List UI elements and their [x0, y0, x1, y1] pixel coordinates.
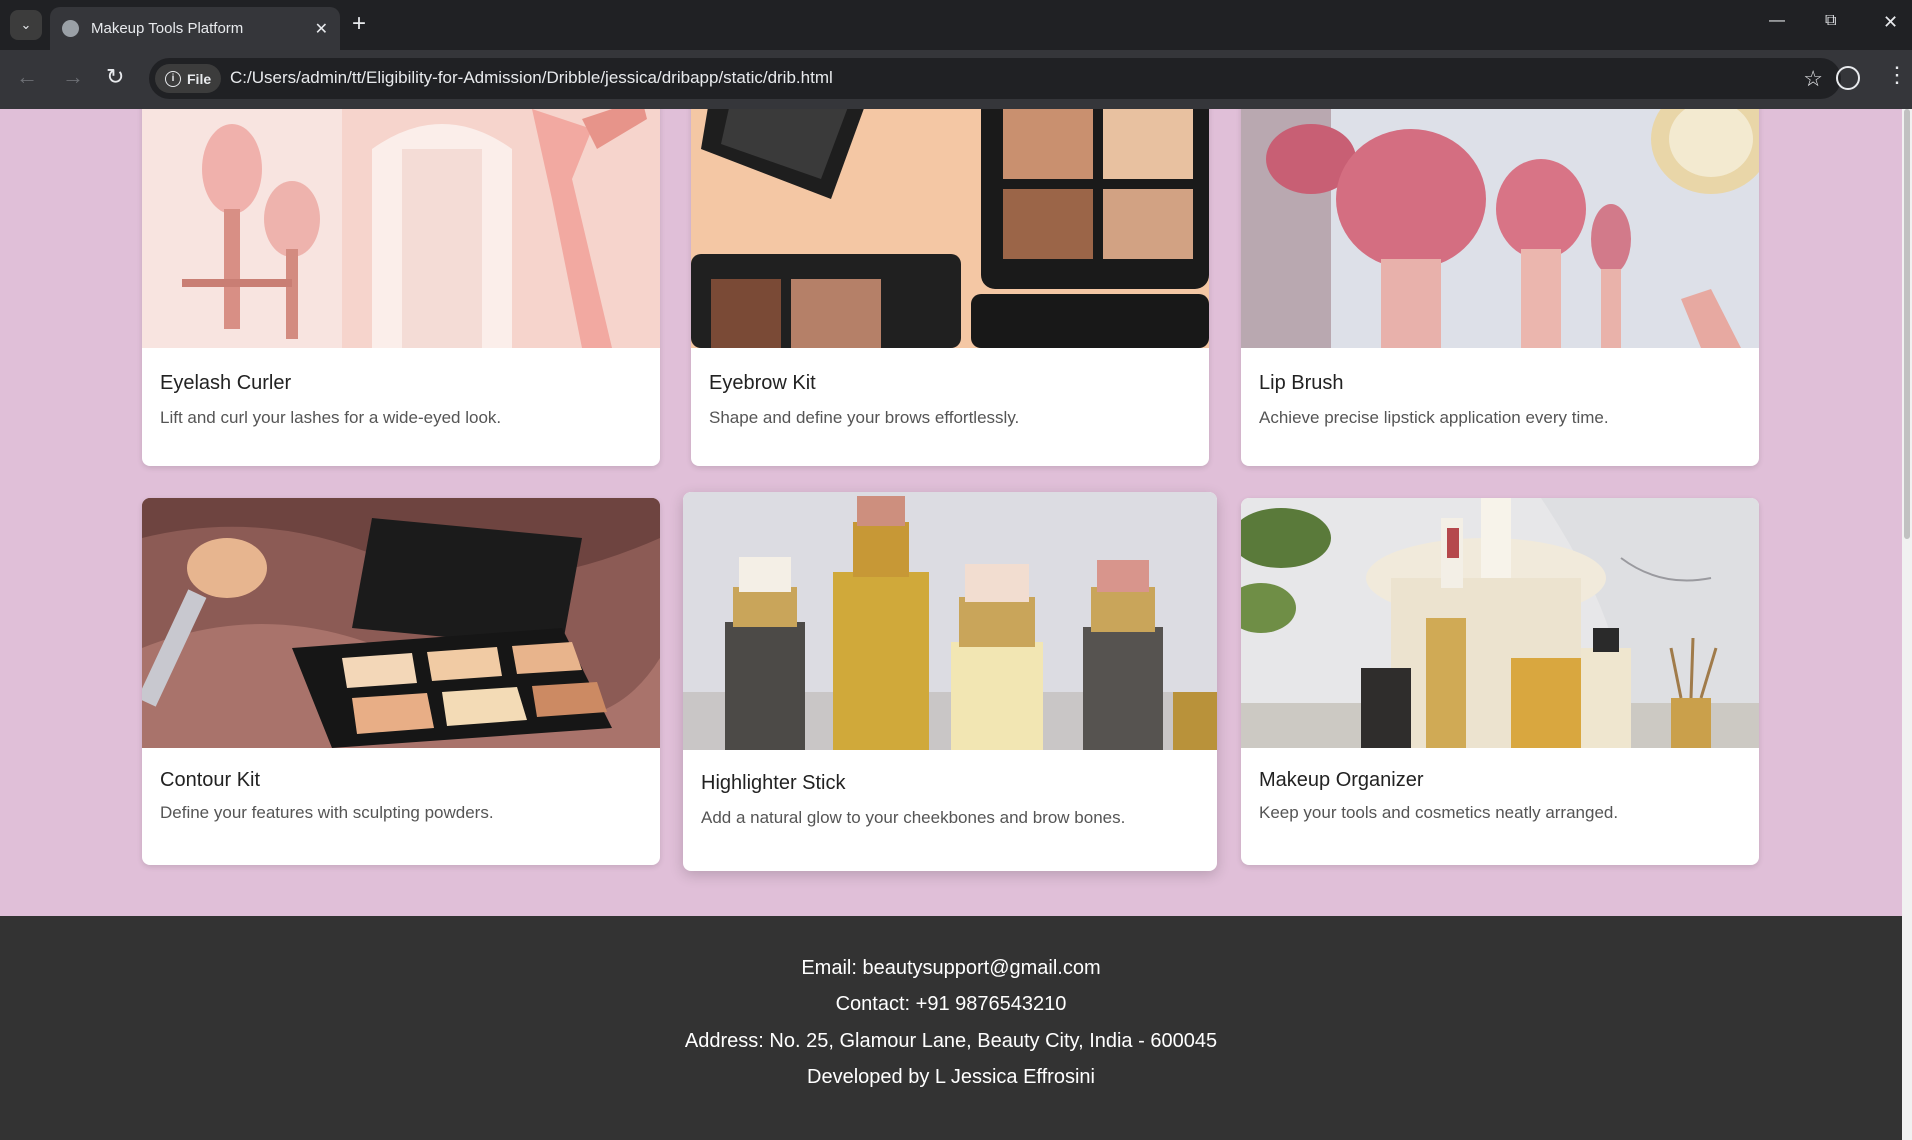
restore-icon[interactable]: ⧉ [1825, 12, 1836, 30]
browser-tab[interactable]: Makeup Tools Platform ✕ [50, 7, 340, 50]
product-card[interactable]: Lip Brush Achieve precise lipstick appli… [1241, 109, 1759, 466]
card-description: Shape and define your brows effortlessly… [709, 408, 1020, 427]
lip-brush-image [1241, 109, 1759, 348]
tab-title: Makeup Tools Platform [91, 20, 244, 37]
card-description: Lift and curl your lashes for a wide-eye… [160, 408, 502, 427]
browser-toolbar: ← → ↻ i File C:/Users/admin/tt/Eligibili… [0, 50, 1912, 109]
url-text[interactable]: C:/Users/admin/tt/Eligibility-for-Admiss… [230, 68, 833, 88]
card-title: Highlighter Stick [701, 772, 846, 794]
site-info-chip[interactable]: i File [155, 64, 222, 93]
footer-developer: Developed by L Jessica Effrosini [807, 1066, 1095, 1088]
card-title: Contour Kit [160, 769, 261, 791]
footer: Email: beautysupport@gmail.com Contact: … [0, 916, 1902, 1140]
product-card[interactable]: Makeup Organizer Keep your tools and cos… [1241, 498, 1759, 865]
card-title: Eyelash Curler [160, 372, 292, 394]
page-content: Eyelash Curler Lift and curl your lashes… [0, 109, 1902, 1140]
product-card[interactable]: Eyebrow Kit Shape and define your brows … [691, 109, 1209, 466]
highlighter-stick-image [683, 492, 1217, 750]
eyelash-curler-image [142, 109, 660, 348]
profile-icon[interactable] [1836, 66, 1860, 90]
card-description: Define your features with sculpting powd… [160, 803, 494, 822]
globe-icon [62, 20, 79, 37]
product-card[interactable]: Eyelash Curler Lift and curl your lashes… [142, 109, 660, 466]
info-icon: i [165, 70, 181, 87]
makeup-organizer-image [1241, 498, 1759, 748]
card-title: Eyebrow Kit [709, 372, 816, 394]
menu-kebab-icon[interactable]: ⋮ [1886, 64, 1908, 86]
contour-kit-image [142, 498, 660, 748]
vertical-scrollbar[interactable] [1902, 109, 1912, 1140]
close-tab-icon[interactable]: ✕ [315, 19, 328, 39]
footer-email: Email: beautysupport@gmail.com [801, 957, 1101, 979]
footer-address: Address: No. 25, Glamour Lane, Beauty Ci… [684, 1030, 1218, 1052]
product-card[interactable]: Contour Kit Define your features with sc… [142, 498, 660, 865]
bookmark-star-icon[interactable]: ☆ [1803, 66, 1823, 92]
back-arrow-icon[interactable]: ← [16, 66, 38, 88]
close-window-icon[interactable]: ✕ [1883, 12, 1898, 33]
browser-tab-bar: ⌄ Makeup Tools Platform ✕ + — ⧉ ✕ [0, 0, 1912, 50]
address-bar[interactable]: i File C:/Users/admin/tt/Eligibility-for… [149, 58, 1841, 99]
scrollbar-thumb[interactable] [1904, 109, 1910, 539]
card-title: Lip Brush [1259, 372, 1344, 394]
footer-contact: Contact: +91 9876543210 [835, 993, 1067, 1015]
chevron-down-icon: ⌄ [20, 17, 32, 32]
forward-arrow-icon[interactable]: → [62, 66, 84, 88]
tab-search-button[interactable]: ⌄ [10, 10, 42, 40]
eyebrow-kit-image [691, 109, 1209, 348]
reload-icon[interactable]: ↻ [106, 66, 124, 88]
card-description: Achieve precise lipstick application eve… [1259, 408, 1609, 427]
product-card[interactable]: Highlighter Stick Add a natural glow to … [683, 492, 1217, 871]
card-description: Keep your tools and cosmetics neatly arr… [1259, 803, 1619, 822]
new-tab-button[interactable]: + [352, 12, 366, 36]
card-description: Add a natural glow to your cheekbones an… [701, 808, 1126, 827]
file-chip-label: File [187, 70, 212, 87]
minimize-icon[interactable]: — [1769, 12, 1785, 30]
card-title: Makeup Organizer [1259, 769, 1424, 791]
